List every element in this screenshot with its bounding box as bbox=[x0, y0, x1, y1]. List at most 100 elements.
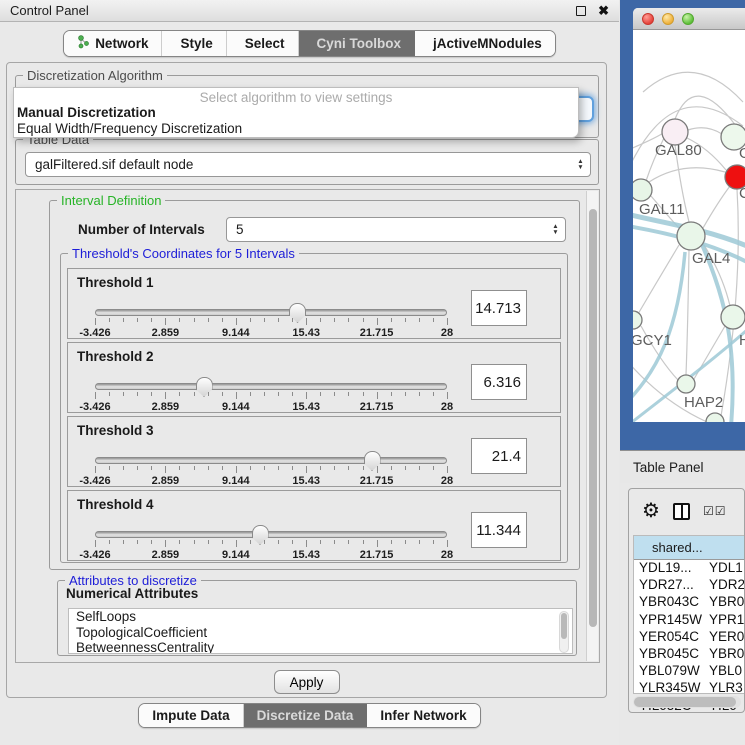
table-row[interactable]: YBR045C YBR0 bbox=[634, 646, 745, 663]
threshold-panel: Threshold 4 -3.4262.8599.14415.4321.71528… bbox=[67, 490, 561, 561]
tab[interactable]: Infer Network bbox=[367, 704, 479, 727]
network-graph: GAL80GACGAL11GAL4GCY1HHAP2 bbox=[633, 30, 745, 422]
threshold-panel: Threshold 1 -3.4262.8599.14415.4321.71528… bbox=[67, 268, 561, 339]
number-of-intervals-combobox[interactable]: 5 ▲▼ bbox=[226, 217, 566, 242]
interval-definition-group: Interval Definition Number of Intervals … bbox=[49, 200, 580, 570]
control-panel-window: Control Panel ✖ Network Style Select Cyn… bbox=[0, 0, 619, 745]
name-cell: YPR1 bbox=[707, 612, 745, 629]
control-panel-tabs: Network Style Select Cyni Toolbox jActiv… bbox=[63, 30, 556, 57]
tab[interactable]: jActiveMNodules bbox=[415, 31, 555, 56]
group-title: Threshold's Coordinates for 5 Intervals bbox=[68, 246, 299, 261]
threshold-slider[interactable]: -3.4262.8599.14415.4321.71528 bbox=[95, 309, 447, 339]
gear-icon[interactable]: ⚙ bbox=[642, 501, 660, 521]
tab[interactable]: Cyni Toolbox bbox=[299, 31, 416, 56]
threshold-value-field[interactable]: 21.4 bbox=[471, 438, 527, 474]
close-icon[interactable]: ✖ bbox=[598, 3, 609, 19]
group-title: Interval Definition bbox=[57, 193, 165, 208]
shared-name-cell: YDL19... bbox=[634, 560, 707, 577]
threshold-value-field[interactable]: 6.316 bbox=[471, 364, 527, 400]
network-node-node[interactable] bbox=[721, 305, 745, 329]
attribute-list-item[interactable]: SelfLoops bbox=[69, 609, 572, 625]
panel-scrollbar[interactable] bbox=[586, 191, 598, 661]
network-node-HAP2[interactable] bbox=[677, 375, 695, 393]
column-header[interactable]: shared... bbox=[634, 536, 745, 559]
network-node-GAL11[interactable] bbox=[633, 179, 652, 201]
shared-name-cell: YDR27... bbox=[634, 577, 707, 594]
tab[interactable]: Impute Data bbox=[139, 704, 243, 727]
threshold-slider[interactable]: -3.4262.8599.14415.4321.71528 bbox=[95, 531, 447, 561]
tab[interactable]: Network bbox=[64, 31, 162, 56]
stepper-icon[interactable]: ▲▼ bbox=[546, 218, 565, 241]
threshold-label: Threshold 4 bbox=[77, 497, 154, 512]
cyni-mode-tabs: Impute Data Discretize Data Infer Networ… bbox=[138, 703, 480, 728]
shared-name-cell: YBR043C bbox=[634, 594, 707, 611]
float-window-icon[interactable] bbox=[576, 6, 586, 16]
split-view-icon[interactable] bbox=[673, 503, 690, 520]
attribute-list-item[interactable]: BetweennessCentrality bbox=[69, 640, 572, 654]
node-label: GCY1 bbox=[633, 332, 672, 349]
table-row[interactable]: YDL19... YDL1 bbox=[634, 560, 745, 577]
network-window-titlebar[interactable] bbox=[633, 8, 745, 30]
network-canvas[interactable]: GAL80GACGAL11GAL4GCY1HHAP2 bbox=[633, 30, 745, 422]
tab-label: Discretize Data bbox=[257, 708, 354, 723]
slider-tick-labels: -3.4262.8599.14415.4321.71528 bbox=[95, 475, 447, 487]
mac-close-icon[interactable] bbox=[642, 13, 654, 25]
dropdown-placeholder: Select algorithm to view settings bbox=[14, 88, 578, 105]
slider-tick-labels: -3.4262.8599.14415.4321.71528 bbox=[95, 549, 447, 561]
stepper-icon[interactable]: ▲▼ bbox=[571, 153, 590, 176]
algorithm-dropdown-popup: Select algorithm to view settings Manual… bbox=[13, 87, 579, 138]
dropdown-option[interactable]: Manual Discretization bbox=[14, 105, 578, 121]
threshold-value-field[interactable]: 14.713 bbox=[471, 290, 527, 326]
threshold-value-field[interactable]: 11.344 bbox=[471, 512, 527, 548]
name-cell: YDL1 bbox=[707, 560, 745, 577]
mac-zoom-icon[interactable] bbox=[682, 13, 694, 25]
numerical-attributes-list[interactable]: SelfLoopsTopologicalCoefficientBetweenne… bbox=[68, 608, 573, 654]
table-row[interactable]: YPR145W YPR1 bbox=[634, 612, 745, 629]
threshold-slider[interactable]: -3.4262.8599.14415.4321.71528 bbox=[95, 457, 447, 487]
name-cell: YDR2 bbox=[707, 577, 745, 594]
tab-label: Cyni Toolbox bbox=[317, 36, 402, 51]
attributes-group: Attributes to discretize Numerical Attri… bbox=[57, 580, 577, 656]
table-data-group: Table Data galFiltered.sif default node … bbox=[15, 139, 599, 185]
slider-ticks bbox=[95, 392, 447, 400]
tab[interactable]: Discretize Data bbox=[244, 704, 368, 727]
number-of-intervals-value: 5 bbox=[227, 222, 546, 237]
list-scrollbar[interactable] bbox=[559, 611, 569, 653]
horizontal-scrollbar[interactable] bbox=[633, 696, 741, 708]
threshold-label: Threshold 1 bbox=[77, 275, 154, 290]
numerical-attributes-label: Numerical Attributes bbox=[66, 586, 198, 601]
select-columns-icon[interactable]: ☑☑ bbox=[703, 504, 727, 518]
window-title: Control Panel bbox=[10, 3, 576, 18]
dropdown-options: Manual Discretization Equal Width/Freque… bbox=[14, 105, 578, 137]
mac-minimize-icon[interactable] bbox=[662, 13, 674, 25]
node-label: GAL11 bbox=[639, 201, 685, 218]
table-row[interactable]: YER054C YER0 bbox=[634, 629, 745, 646]
table-row[interactable]: YDR27... YDR2 bbox=[634, 577, 745, 594]
threshold-slider[interactable]: -3.4262.8599.14415.4321.71528 bbox=[95, 383, 447, 413]
table-row[interactable]: YBL079W YBL0 bbox=[634, 663, 745, 680]
tab-label: jActiveMNodules bbox=[433, 36, 542, 51]
shared-name-cell: YPR145W bbox=[634, 612, 707, 629]
tab[interactable]: Select bbox=[227, 31, 299, 56]
group-title: Discretization Algorithm bbox=[23, 68, 167, 83]
network-window-frame: GAL80GACGAL11GAL4GCY1HHAP2 bbox=[620, 0, 745, 450]
tab-label: Network bbox=[95, 36, 148, 51]
tab-label: Impute Data bbox=[152, 708, 229, 723]
attribute-list-item[interactable]: TopologicalCoefficient bbox=[69, 625, 572, 641]
shared-name-cell: YBR045C bbox=[634, 646, 707, 663]
table-data-combobox[interactable]: galFiltered.sif default node ▲▼ bbox=[25, 152, 591, 177]
name-cell: YBR0 bbox=[707, 646, 745, 663]
slider-ticks bbox=[95, 318, 447, 326]
threshold-label: Threshold 3 bbox=[77, 423, 154, 438]
dropdown-option[interactable]: Equal Width/Frequency Discretization bbox=[14, 121, 578, 137]
table-row[interactable]: YBR043C YBR0 bbox=[634, 594, 745, 611]
table-row[interactable]: YLR345W YLR3 bbox=[634, 680, 745, 697]
table-panel-title: Table Panel bbox=[633, 460, 704, 475]
tab[interactable]: Style bbox=[162, 31, 226, 56]
table-toolbar: ⚙ ☑☑ bbox=[629, 489, 744, 533]
cyni-toolbox-panel: Discretization Algorithm Select algorith… bbox=[6, 62, 607, 698]
network-node-GAL4[interactable] bbox=[677, 222, 705, 250]
apply-button[interactable]: Apply bbox=[274, 670, 340, 694]
slider-ticks bbox=[95, 466, 447, 474]
node-label: GA bbox=[739, 145, 745, 162]
